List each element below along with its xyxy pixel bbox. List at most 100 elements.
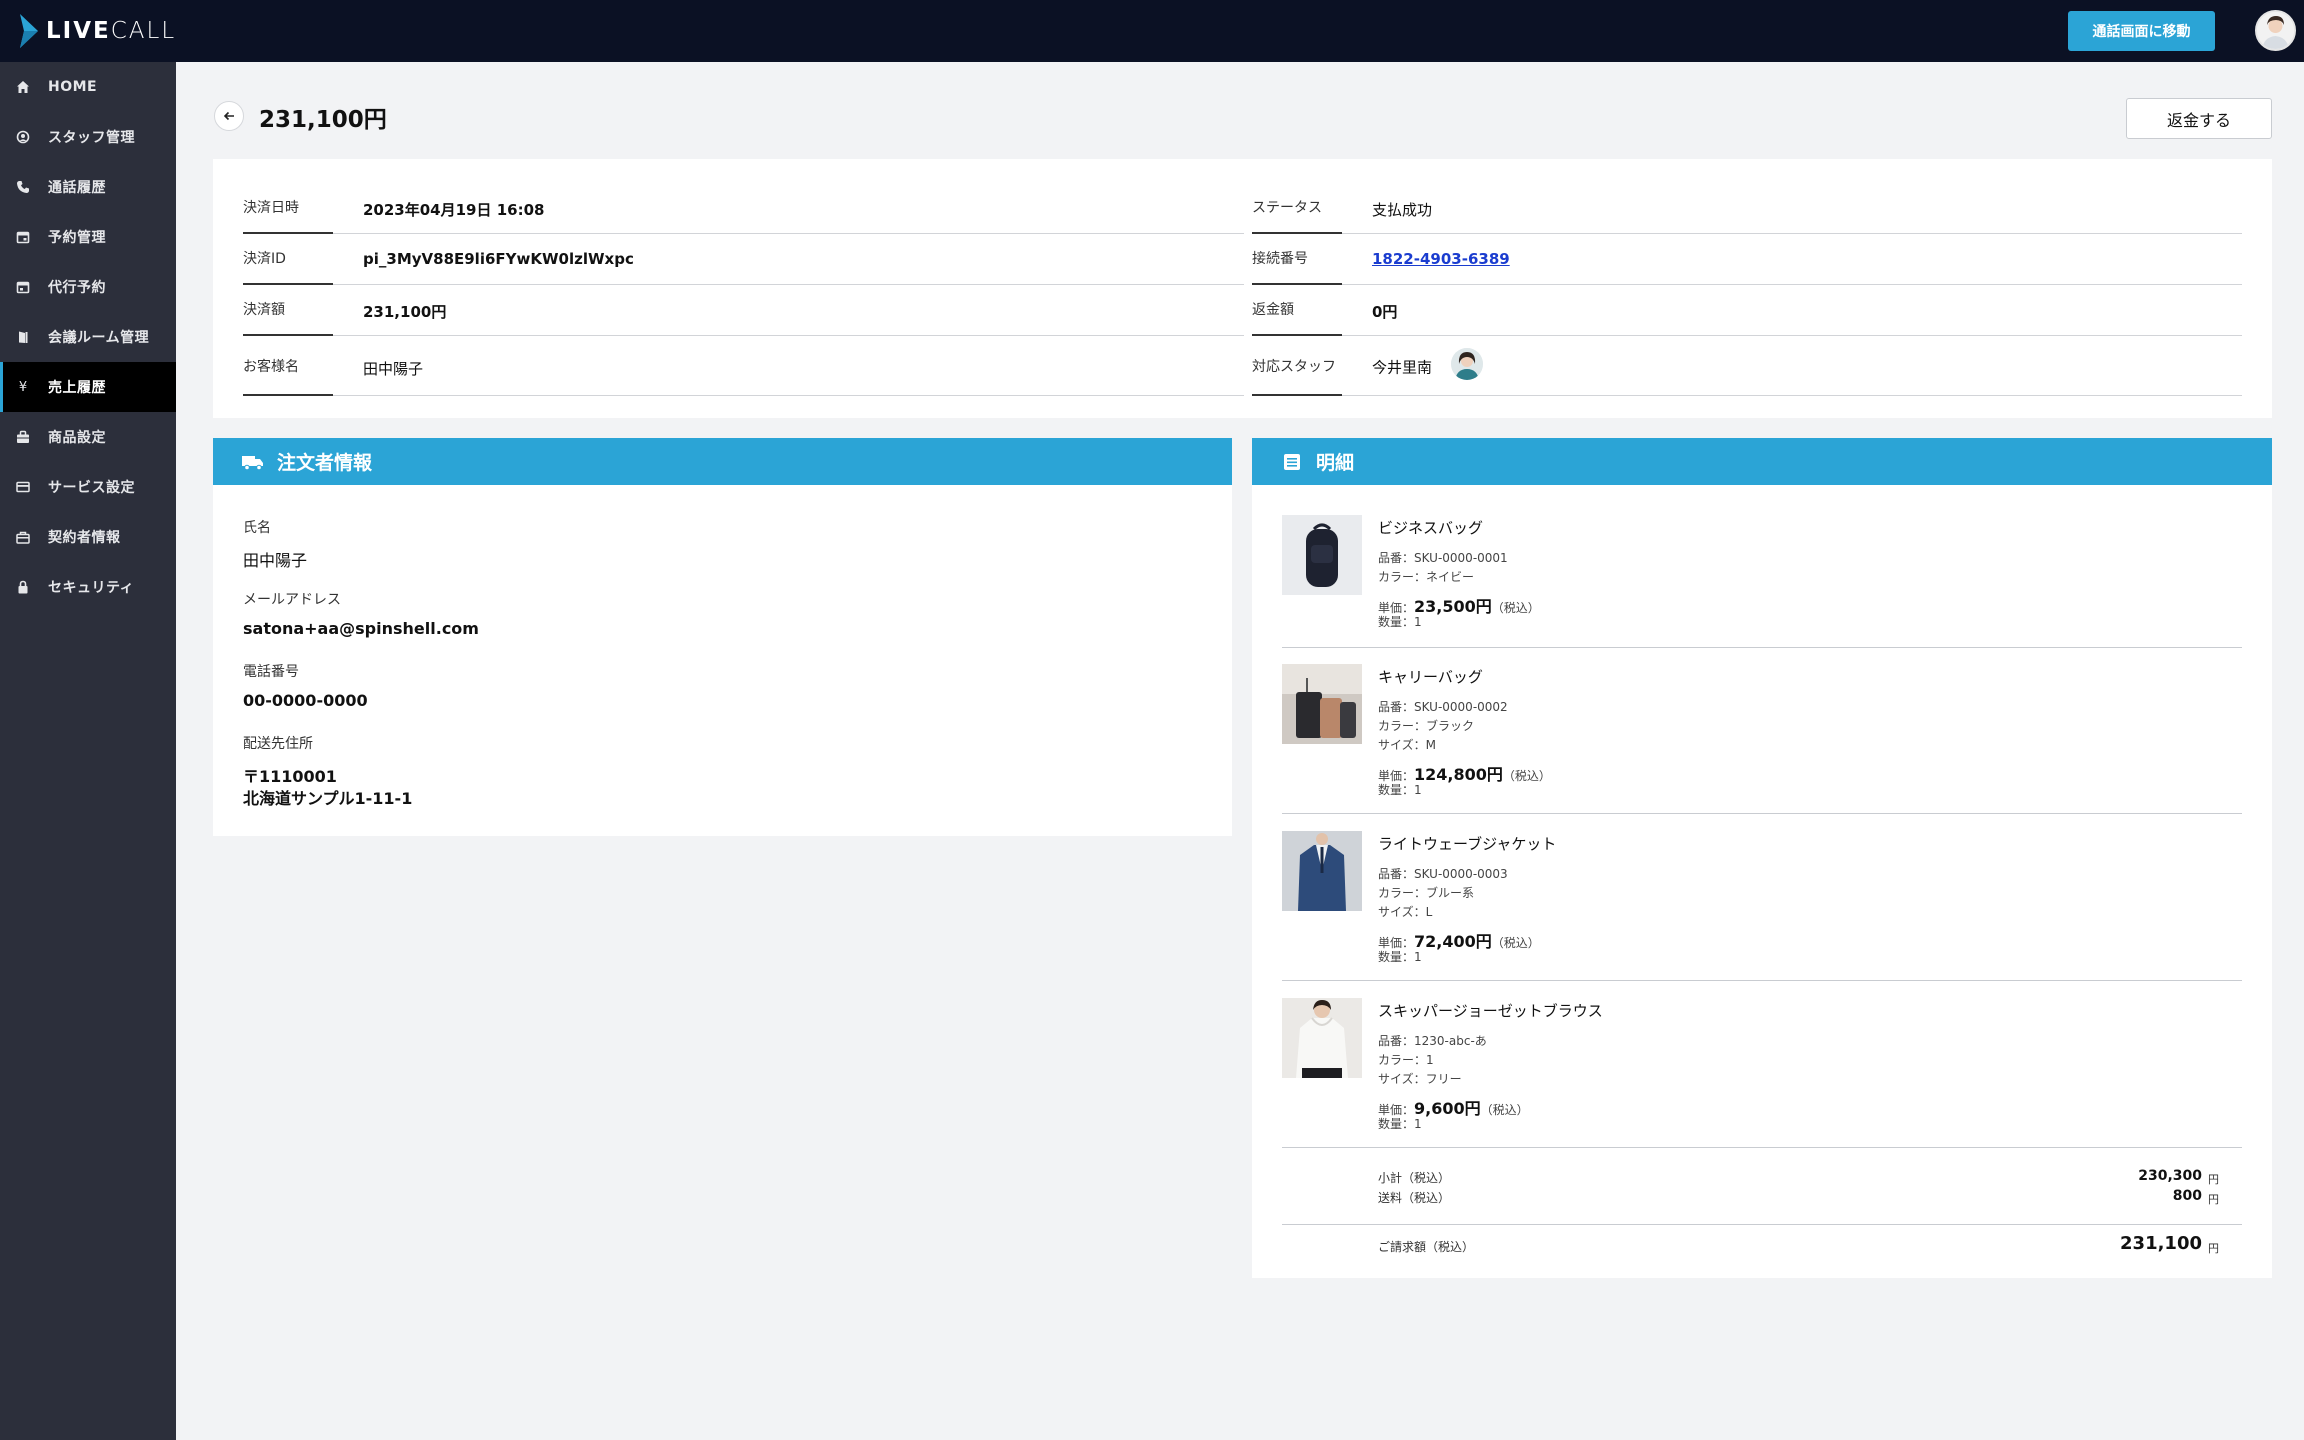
sidebar-item-staff[interactable]: スタッフ管理 bbox=[0, 112, 176, 162]
product-image-jacket bbox=[1282, 831, 1362, 911]
calendar-check-icon bbox=[14, 278, 32, 296]
sidebar-item-label: サービス設定 bbox=[48, 480, 135, 496]
name-value: 田中陽子 bbox=[243, 551, 308, 570]
divider bbox=[1282, 1147, 2242, 1148]
shipping-unit: 円 bbox=[2208, 1193, 2219, 1206]
summary-row-amount: 決済額 231,100円 bbox=[243, 285, 1244, 336]
field-label: 決済額 bbox=[243, 285, 333, 336]
customer-value: 田中陽子 bbox=[333, 336, 1244, 396]
product-color: カラー：ネイビー bbox=[1378, 570, 1475, 584]
sidebar-item-label: 通話履歴 bbox=[48, 180, 106, 196]
product-name: スキッパージョーゼットブラウス bbox=[1378, 1002, 1603, 1020]
calendar-icon bbox=[14, 228, 32, 246]
summary-row-customer: お客様名 田中陽子 bbox=[243, 336, 1244, 396]
divider bbox=[1282, 647, 2242, 648]
product-image-business-bag bbox=[1282, 515, 1362, 595]
address-value: 北海道サンプル1-11-1 bbox=[243, 789, 413, 808]
payment-id-value: pi_3MyV88E9li6FYwKW0lzlWxpc bbox=[333, 234, 1244, 285]
sidebar-item-product-settings[interactable]: 商品設定 bbox=[0, 412, 176, 462]
phone-label: 電話番号 bbox=[243, 664, 299, 680]
product-color: カラー：1 bbox=[1378, 1053, 1434, 1067]
sidebar-item-home[interactable]: HOME bbox=[0, 62, 176, 112]
back-button[interactable] bbox=[214, 101, 244, 131]
product-name: ビジネスバッグ bbox=[1378, 519, 1484, 537]
truck-icon bbox=[241, 452, 265, 472]
sidebar-item-label: スタッフ管理 bbox=[48, 130, 135, 146]
line-item: キャリーバッグ 品番：SKU-0000-0002 カラー：ブラック サイズ：M … bbox=[1282, 664, 2242, 832]
sidebar-item-label: 売上履歴 bbox=[48, 380, 106, 396]
summary-row-payment-datetime: 決済日時 2023年04月19日 16:08 bbox=[243, 183, 1244, 234]
payment-summary: 決済日時 2023年04月19日 16:08 決済ID pi_3MyV88E9l… bbox=[213, 159, 2272, 418]
product-image-blouse bbox=[1282, 998, 1362, 1078]
lock-icon bbox=[14, 578, 32, 596]
order-details: ビジネスバッグ 品番：SKU-0000-0001 カラー：ネイビー 単価：23,… bbox=[1252, 485, 2272, 1278]
orderer-panel-title: 注文者情報 bbox=[277, 452, 373, 474]
page-title: 231,100円 bbox=[259, 107, 387, 133]
field-label: お客様名 bbox=[243, 336, 333, 396]
bag-icon bbox=[14, 428, 32, 446]
divider bbox=[1282, 813, 2242, 814]
summary-row-connection: 接続番号 1822-4903-6389 bbox=[1252, 234, 2242, 285]
refund-amount-value: 0円 bbox=[1342, 285, 2242, 336]
postal-code-value: 〒1110001 bbox=[243, 767, 337, 786]
livecall-logo[interactable]: LIVECALL bbox=[20, 14, 176, 48]
line-item: ビジネスバッグ 品番：SKU-0000-0001 カラー：ネイビー 単価：23,… bbox=[1282, 515, 2242, 648]
sidebar-item-contract-info[interactable]: 契約者情報 bbox=[0, 512, 176, 562]
product-sku: 品番：SKU-0000-0001 bbox=[1378, 551, 1508, 565]
subtotal-label: 小計（税込） bbox=[1378, 1171, 1451, 1185]
divider bbox=[1282, 980, 2242, 981]
sidebar-item-label: 契約者情報 bbox=[48, 530, 121, 546]
user-avatar[interactable] bbox=[2255, 10, 2296, 51]
sidebar-item-security[interactable]: セキュリティ bbox=[0, 562, 176, 612]
sidebar-item-meeting-rooms[interactable]: 会議ルーム管理 bbox=[0, 312, 176, 362]
go-to-call-screen-button[interactable]: 通話画面に移動 bbox=[2068, 11, 2215, 51]
summary-row-status: ステータス 支払成功 bbox=[1252, 183, 2242, 234]
connection-value: 1822-4903-6389 bbox=[1342, 234, 2242, 285]
summary-row-refund-amount: 返金額 0円 bbox=[1252, 285, 2242, 336]
line-item: ライトウェーブジャケット 品番：SKU-0000-0003 カラー：ブルー系 サ… bbox=[1282, 831, 2242, 999]
divider bbox=[1282, 1224, 2242, 1225]
field-label: ステータス bbox=[1252, 183, 1342, 234]
sidebar-item-proxy-reservation[interactable]: 代行予約 bbox=[0, 262, 176, 312]
shipping-value: 800 bbox=[2172, 1188, 2202, 1204]
product-quantity: 数量：1 bbox=[1378, 783, 1422, 797]
summary-row-payment-id: 決済ID pi_3MyV88E9li6FYwKW0lzlWxpc bbox=[243, 234, 1244, 285]
home-icon bbox=[14, 78, 32, 96]
total-unit: 円 bbox=[2208, 1242, 2219, 1255]
card-icon bbox=[14, 478, 32, 496]
details-panel-header: 明細 bbox=[1252, 438, 2272, 485]
total-label: ご請求額（税込） bbox=[1378, 1240, 1475, 1254]
sidebar-item-label: 代行予約 bbox=[48, 280, 106, 296]
sidebar-item-label: 商品設定 bbox=[48, 430, 106, 446]
product-color: カラー：ブルー系 bbox=[1378, 886, 1475, 900]
sidebar-item-call-history[interactable]: 通話履歴 bbox=[0, 162, 176, 212]
sidebar-item-sales-history[interactable]: ¥ 売上履歴 bbox=[0, 362, 176, 412]
sidebar-item-service-settings[interactable]: サービス設定 bbox=[0, 462, 176, 512]
sidebar-item-reservations[interactable]: 予約管理 bbox=[0, 212, 176, 262]
payment-datetime-value: 2023年04月19日 16:08 bbox=[333, 183, 1244, 234]
list-icon bbox=[1280, 452, 1304, 472]
top-bar: LIVECALL 通話画面に移動 bbox=[0, 0, 2304, 62]
sidebar-item-label: 予約管理 bbox=[48, 230, 106, 246]
connection-number-link[interactable]: 1822-4903-6389 bbox=[1372, 250, 1510, 268]
orderer-info: 氏名 田中陽子 メールアドレス satona+aa@spinshell.com … bbox=[213, 485, 1232, 836]
details-panel-title: 明細 bbox=[1316, 452, 1355, 474]
field-label: 対応スタッフ bbox=[1252, 336, 1342, 396]
refund-button[interactable]: 返金する bbox=[2126, 98, 2272, 139]
logo-text: LIVECALL bbox=[46, 18, 177, 44]
total-value: 231,100 bbox=[2120, 1233, 2202, 1254]
address-label: 配送先住所 bbox=[243, 736, 313, 752]
product-size: サイズ：フリー bbox=[1378, 1072, 1462, 1086]
product-size: サイズ：L bbox=[1378, 905, 1433, 919]
status-value: 支払成功 bbox=[1342, 183, 2242, 234]
email-value: satona+aa@spinshell.com bbox=[243, 619, 479, 638]
staff-name: 今井里南 bbox=[1372, 358, 1433, 377]
field-label: 決済日時 bbox=[243, 183, 333, 234]
product-color: カラー：ブラック bbox=[1378, 719, 1475, 733]
arrow-left-icon bbox=[223, 107, 235, 126]
sidebar-item-label: HOME bbox=[48, 79, 98, 95]
logo-mark-icon bbox=[20, 14, 38, 48]
product-name: ライトウェーブジャケット bbox=[1378, 835, 1557, 853]
shipping-label: 送料（税込） bbox=[1378, 1191, 1451, 1205]
email-label: メールアドレス bbox=[243, 592, 341, 608]
